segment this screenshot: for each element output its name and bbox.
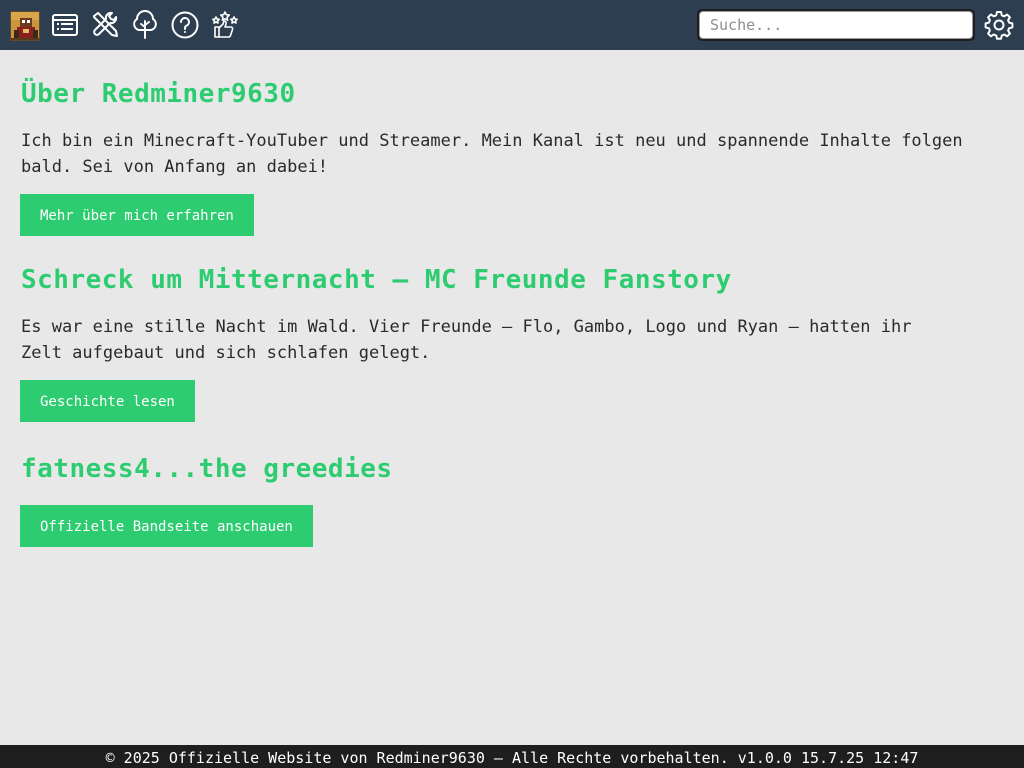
about-more-button[interactable]: Mehr über mich erfahren: [20, 194, 254, 236]
story-heading: Schreck um Mitternacht – MC Freunde Fans…: [21, 265, 732, 295]
gear-icon[interactable]: [983, 7, 1015, 43]
about-heading: Über Redminer9630: [21, 79, 296, 109]
tree-icon[interactable]: [129, 7, 161, 43]
search-box: [697, 9, 975, 41]
band-heading: fatness4...the greedies: [21, 454, 393, 484]
story-section: Schreck um Mitternacht – MC Freunde Fans…: [20, 260, 921, 422]
stars-like-icon[interactable]: [209, 7, 241, 43]
list-icon[interactable]: [49, 7, 81, 43]
tools-icon[interactable]: [89, 7, 121, 43]
help-icon[interactable]: [169, 7, 201, 43]
top-navigation-bar: [0, 0, 1024, 50]
band-page-button[interactable]: Offizielle Bandseite anschauen: [20, 505, 313, 547]
footer-text: © 2025 Offizielle Website von Redminer96…: [105, 749, 919, 767]
avatar-image: [11, 12, 39, 40]
about-text: Ich bin ein Minecraft-YouTuber und Strea…: [21, 131, 963, 177]
story-text: Es war eine stille Nacht im Wald. Vier F…: [21, 317, 912, 363]
band-section: fatness4...the greedies Offizielle Bands…: [20, 449, 393, 547]
footer: © 2025 Offizielle Website von Redminer96…: [0, 745, 1024, 768]
avatar[interactable]: [10, 11, 40, 41]
search-input[interactable]: [699, 11, 973, 39]
about-section: Über Redminer9630 Ich bin ein Minecraft-…: [20, 74, 1011, 236]
read-story-button[interactable]: Geschichte lesen: [20, 380, 195, 422]
